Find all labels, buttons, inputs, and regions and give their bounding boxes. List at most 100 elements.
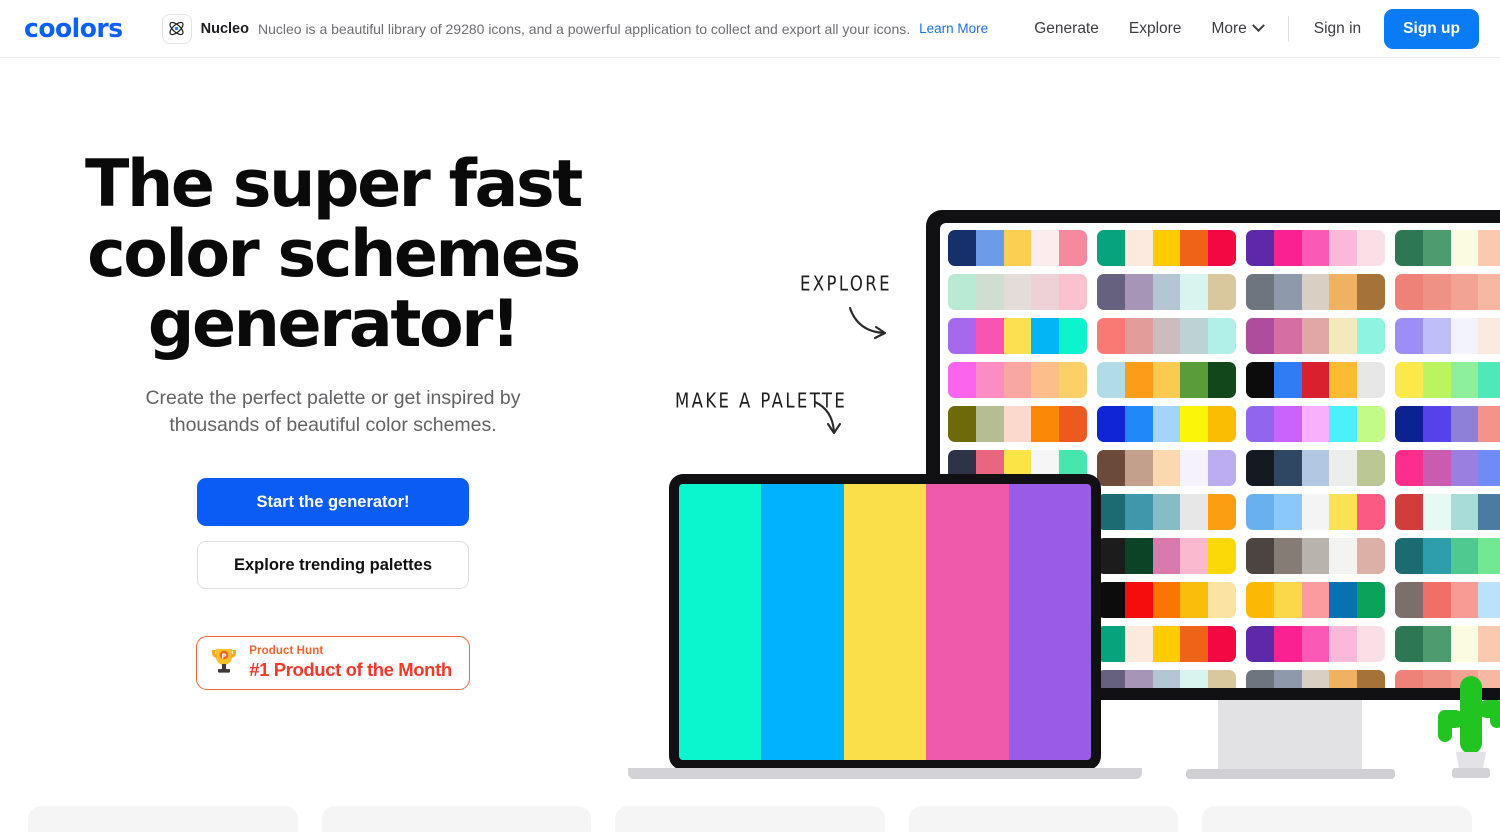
nav-generate[interactable]: Generate (1019, 14, 1114, 44)
color-swatch (1422, 318, 1451, 354)
color-swatch (948, 318, 976, 354)
palette-swatch-row[interactable] (1246, 450, 1385, 486)
explore-trending-palettes-button[interactable]: Explore trending palettes (197, 541, 469, 589)
color-swatch (1124, 670, 1153, 688)
palette-swatch-row[interactable] (1246, 230, 1385, 266)
color-swatch (1124, 274, 1153, 310)
color-swatch (1422, 626, 1451, 662)
color-swatch (1357, 582, 1385, 618)
color-swatch (1357, 274, 1385, 310)
palette-swatch-row[interactable] (1097, 582, 1236, 618)
palette-swatch-row[interactable] (1246, 494, 1385, 530)
sign-in-link[interactable]: Sign in (1299, 14, 1376, 44)
color-swatch (1478, 494, 1500, 530)
palette-swatch-row[interactable] (1246, 318, 1385, 354)
palette-swatch-row[interactable] (948, 230, 1087, 266)
color-swatch (1180, 626, 1209, 662)
palette-swatch-row[interactable] (1246, 362, 1385, 398)
palette-swatch-row[interactable] (1395, 362, 1500, 398)
color-swatch (1450, 406, 1479, 442)
footer-card-4[interactable] (908, 806, 1179, 832)
nav-generate-label: Generate (1034, 19, 1099, 37)
color-swatch (1357, 670, 1385, 688)
palette-swatch-row[interactable] (1097, 626, 1236, 662)
color-swatch (1301, 582, 1330, 618)
color-swatch (1301, 626, 1330, 662)
color-swatch (948, 362, 976, 398)
color-swatch (1124, 582, 1153, 618)
color-swatch (1152, 626, 1181, 662)
color-swatch (1059, 318, 1087, 354)
color-swatch (1208, 626, 1236, 662)
palette-swatch-row[interactable] (1246, 406, 1385, 442)
color-swatch (1478, 538, 1500, 574)
main-nav: Generate Explore More Sign in Sign up (1019, 8, 1479, 49)
palette-swatch-row[interactable] (1246, 670, 1385, 688)
nav-explore[interactable]: Explore (1114, 14, 1197, 44)
palette-swatch-row[interactable] (1246, 582, 1385, 618)
palette-swatch-row[interactable] (1246, 538, 1385, 574)
color-swatch (926, 484, 1009, 760)
hero-cta-group: Start the generator! Explore trending pa… (0, 478, 666, 690)
palette-swatch-row[interactable] (1097, 406, 1236, 442)
color-swatch (1329, 406, 1358, 442)
palette-swatch-row[interactable] (1246, 626, 1385, 662)
footer-card-2[interactable] (321, 806, 592, 832)
color-swatch (1450, 582, 1479, 618)
palette-swatch-row[interactable] (948, 362, 1087, 398)
palette-swatch-row[interactable] (1395, 274, 1500, 310)
palette-swatch-row[interactable] (1097, 362, 1236, 398)
color-swatch (1152, 450, 1181, 486)
color-swatch (1357, 362, 1385, 398)
color-swatch (1478, 450, 1500, 486)
arrow-make-a-palette-icon (813, 400, 842, 435)
product-hunt-badge[interactable]: P Product Hunt #1 Product of the Month (196, 636, 470, 690)
palette-swatch-row[interactable] (1097, 274, 1236, 310)
product-hunt-text: Product Hunt #1 Product of the Month (249, 645, 452, 681)
color-swatch (1422, 274, 1451, 310)
footer-card-1[interactable] (28, 806, 298, 832)
color-swatch (1395, 494, 1423, 530)
promo-learn-more-link[interactable]: Learn More (919, 21, 988, 36)
color-swatch (1152, 362, 1181, 398)
color-swatch (1329, 450, 1358, 486)
palette-swatch-row[interactable] (1395, 582, 1500, 618)
palette-swatch-row[interactable] (1246, 274, 1385, 310)
palette-swatch-row[interactable] (1395, 538, 1500, 574)
coolors-logo[interactable]: coolors (24, 14, 123, 44)
palette-swatch-row[interactable] (1097, 538, 1236, 574)
color-swatch (1097, 494, 1125, 530)
palette-swatch-row[interactable] (1097, 318, 1236, 354)
monitor-base (1186, 769, 1395, 779)
hero-section: The super fast color schemes generator! … (0, 58, 1500, 832)
color-swatch (1273, 670, 1302, 688)
start-generator-button[interactable]: Start the generator! (197, 478, 469, 526)
color-swatch (1395, 406, 1423, 442)
color-swatch (1246, 494, 1274, 530)
color-swatch (1059, 362, 1087, 398)
color-swatch (1246, 318, 1274, 354)
palette-swatch-row[interactable] (1097, 670, 1236, 688)
nav-more[interactable]: More (1196, 14, 1277, 44)
palette-swatch-row[interactable] (1097, 230, 1236, 266)
nav-explore-label: Explore (1128, 19, 1182, 37)
palette-swatch-row[interactable] (948, 274, 1087, 310)
color-swatch (1124, 538, 1153, 574)
sign-up-button[interactable]: Sign up (1384, 8, 1479, 49)
palette-swatch-row[interactable] (1395, 230, 1500, 266)
color-swatch (1273, 362, 1302, 398)
palette-swatch-row[interactable] (1097, 450, 1236, 486)
footer-card-3[interactable] (615, 806, 885, 832)
palette-swatch-row[interactable] (1395, 318, 1500, 354)
palette-swatch-row[interactable] (1395, 450, 1500, 486)
palette-swatch-row[interactable] (1395, 626, 1500, 662)
palette-swatch-row[interactable] (948, 318, 1087, 354)
palette-swatch-row[interactable] (948, 406, 1087, 442)
palette-swatch-row[interactable] (1395, 406, 1500, 442)
color-swatch (1031, 406, 1060, 442)
footer-card-5[interactable] (1202, 806, 1472, 832)
color-swatch (1422, 494, 1451, 530)
promo-brand: Nucleo (200, 20, 249, 37)
palette-swatch-row[interactable] (1395, 494, 1500, 530)
palette-swatch-row[interactable] (1097, 494, 1236, 530)
